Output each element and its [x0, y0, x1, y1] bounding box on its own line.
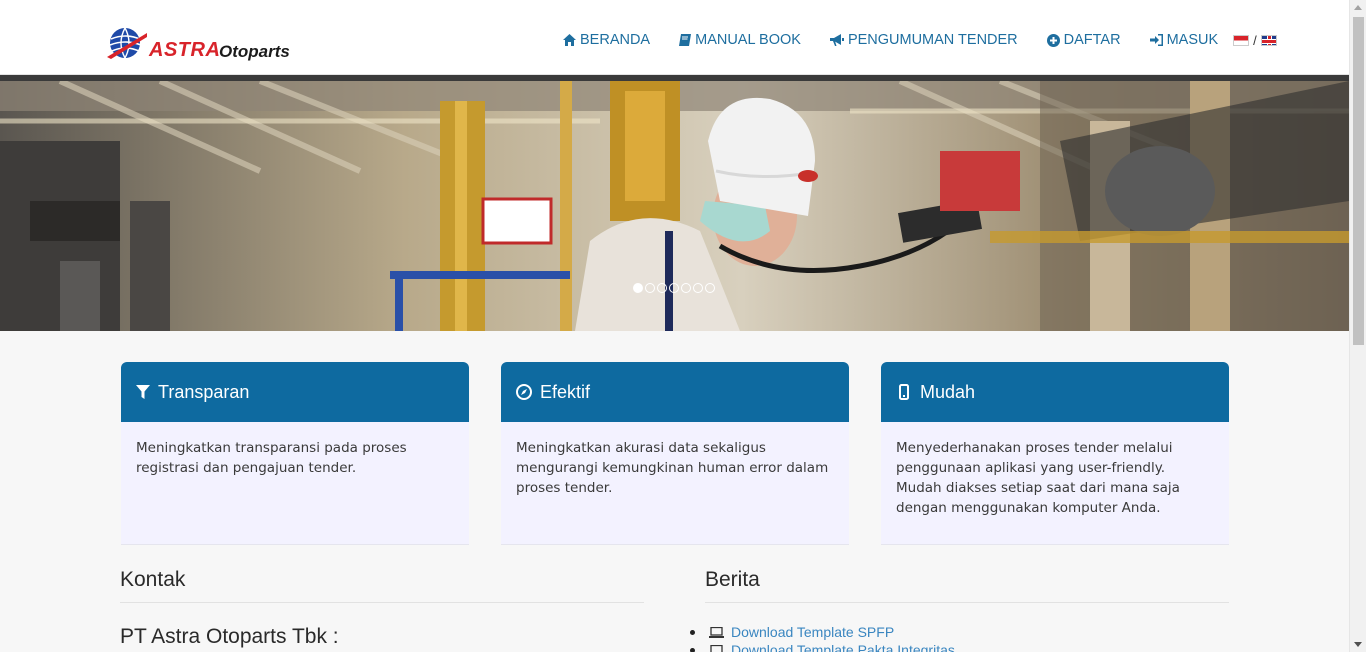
feature-card-efektif: Efektif Meningkatkan akurasi data sekali… [501, 362, 849, 544]
carousel-dot[interactable] [693, 283, 703, 293]
feature-card-mudah: Mudah Menyederhanakan proses tender mela… [881, 362, 1229, 544]
bullhorn-icon [829, 34, 844, 46]
nav-daftar-label: DAFTAR [1063, 32, 1121, 48]
carousel-dot[interactable] [669, 283, 679, 293]
nav-pengumuman-tender[interactable]: PENGUMUMAN TENDER [829, 32, 1018, 48]
feature-text: Meningkatkan akurasi data sekaligus meng… [516, 440, 829, 496]
feature-card-header: Mudah [881, 362, 1229, 422]
feature-title: Efektif [540, 381, 591, 402]
list-bullet [690, 647, 695, 652]
site-header: ASTRA Otoparts BERANDA MANUAL BOOK PENGU… [0, 0, 1349, 75]
feature-title: Mudah [920, 381, 976, 402]
laptop-icon [709, 626, 724, 638]
language-switcher: / [1233, 33, 1277, 48]
news-item: Download Template Pakta Integritas [690, 641, 955, 652]
carousel-dot[interactable] [633, 283, 643, 293]
news-link[interactable]: Download Template Pakta Integritas [731, 642, 955, 652]
plus-circle-icon [1046, 33, 1060, 47]
nav-beranda[interactable]: BERANDA [563, 32, 650, 48]
language-separator: / [1253, 32, 1257, 48]
feature-title: Transparan [158, 381, 250, 402]
carousel-indicators [633, 283, 715, 293]
company-name: PT Astra Otoparts Tbk : [120, 625, 339, 648]
carousel-dot[interactable] [705, 283, 715, 293]
main-nav: BERANDA MANUAL BOOK PENGUMUMAN TENDER DA… [563, 31, 1277, 49]
feature-text: Meningkatkan transparansi pada proses re… [136, 440, 407, 476]
news-link[interactable]: Download Template SPFP [731, 624, 894, 640]
hero-carousel[interactable] [0, 81, 1349, 331]
nav-beranda-label: BERANDA [580, 32, 651, 48]
contact-heading: Kontak [120, 568, 186, 591]
compass-icon [516, 384, 532, 400]
laptop-icon [710, 644, 723, 652]
logo-word-astra: ASTRA [149, 39, 221, 61]
book-icon [679, 34, 692, 46]
globe-logo-icon [107, 27, 147, 59]
factory-worker-photo [0, 81, 1349, 331]
carousel-dot[interactable] [645, 283, 655, 293]
logo-word-otoparts: Otoparts [219, 42, 290, 61]
filter-icon [136, 385, 150, 399]
list-bullet [690, 629, 695, 635]
nav-pengumuman-tender-label: PENGUMUMAN TENDER [847, 32, 1018, 48]
nav-masuk[interactable]: MASUK [1149, 32, 1219, 48]
feature-card-header: Efektif [501, 362, 849, 422]
news-divider [705, 602, 1229, 603]
home-icon [563, 34, 576, 46]
scrollbar-thumb[interactable] [1353, 17, 1364, 345]
indonesia-flag-icon[interactable] [1233, 34, 1250, 46]
uk-flag-icon[interactable] [1260, 34, 1277, 46]
page-scrollbar[interactable] [1349, 0, 1366, 652]
feature-card-header: Transparan [121, 362, 469, 422]
contact-divider [120, 602, 644, 603]
carousel-dot[interactable] [657, 283, 667, 293]
page: ASTRA Otoparts BERANDA MANUAL BOOK PENGU… [0, 0, 1349, 652]
feature-card-transparan: Transparan Meningkatkan transparansi pad… [121, 362, 469, 544]
astra-otoparts-logo[interactable]: ASTRA Otoparts [107, 23, 297, 63]
nav-daftar[interactable]: DAFTAR [1046, 32, 1121, 48]
scroll-up-icon[interactable] [1354, 5, 1362, 10]
news-item: Download Template SPFP [690, 623, 955, 641]
nav-masuk-label: MASUK [1166, 32, 1219, 48]
carousel-dot[interactable] [681, 283, 691, 293]
nav-manual-book[interactable]: MANUAL BOOK [679, 32, 801, 48]
nav-manual-book-label: MANUAL BOOK [695, 32, 801, 48]
sign-in-icon [1149, 34, 1163, 46]
scroll-down-icon[interactable] [1354, 642, 1362, 647]
news-list: Download Template SPFP Download Template… [690, 623, 955, 652]
mobile-icon [899, 384, 909, 400]
news-heading: Berita [705, 568, 760, 591]
feature-text: Menyederhanakan proses tender melalui pe… [896, 440, 1180, 516]
